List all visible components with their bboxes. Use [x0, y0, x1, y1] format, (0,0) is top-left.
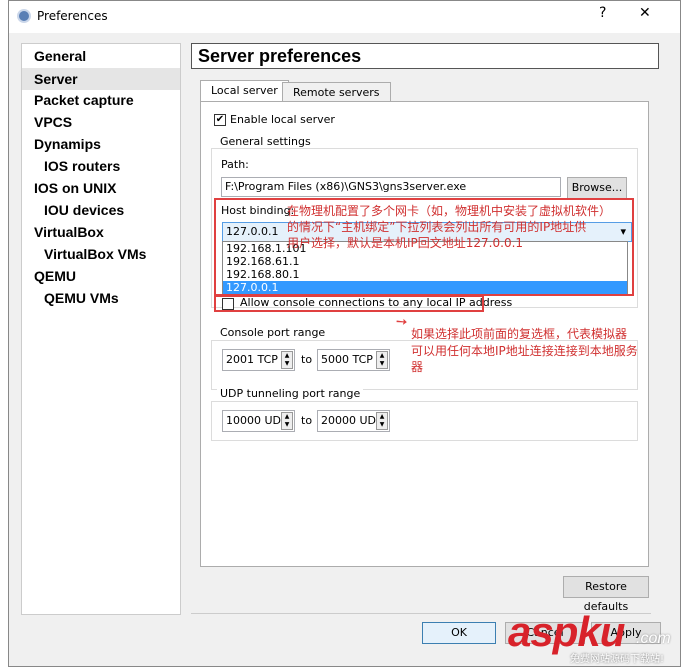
host-annotation-2: 的情况下“主机绑定”下拉列表会列出所有可用的IP地址供 [287, 220, 587, 234]
sidebar-item-server[interactable]: Server [22, 68, 180, 90]
browse-button[interactable]: Browse... [567, 177, 627, 199]
spin-arrows-icon[interactable]: ▲ ▼ [281, 412, 293, 430]
path-label: Path: [221, 158, 249, 171]
sidebar-item-qemu[interactable]: QEMU [34, 268, 76, 284]
watermark-tagline: 免费网站源码下载站! [570, 654, 665, 665]
udp-port-to-spinbox[interactable]: 20000 UDP ▲ ▼ [317, 410, 390, 432]
host-annotation-1: 在物理机配置了多个网卡（如，物理机中安装了虚拟机软件） [287, 204, 612, 218]
allow-console-highlight [214, 295, 484, 312]
sidebar-item-vpcs[interactable]: VPCS [34, 114, 72, 130]
title-bar: Preferences ? ✕ [9, 1, 680, 33]
sidebar-item-dynamips[interactable]: Dynamips [34, 136, 101, 152]
enable-local-server-checkbox[interactable]: ✔ [214, 114, 226, 126]
udp-port-from-spinbox[interactable]: 10000 UDP ▲ ▼ [222, 410, 295, 432]
tab-remote-servers[interactable]: Remote servers [282, 82, 391, 103]
local-server-pane: ✔ Enable local server General settings P… [200, 101, 649, 567]
sidebar-item-ios-on-unix[interactable]: IOS on UNIX [34, 180, 116, 196]
arrow-icon: ➘ [392, 312, 412, 332]
help-button[interactable]: ? [599, 5, 606, 21]
page-title: Server preferences [191, 43, 659, 69]
preferences-window: Preferences ? ✕ General Server Packet ca… [8, 0, 681, 667]
sidebar-item-virtualbox[interactable]: VirtualBox [34, 224, 104, 240]
console-port-to-spinbox[interactable]: 5000 TCP ▲ ▼ [317, 349, 390, 371]
sidebar-item-iou-devices[interactable]: IOU devices [44, 202, 124, 218]
enable-local-server-label: Enable local server [230, 113, 335, 126]
sidebar: General Server Packet capture VPCS Dynam… [21, 43, 181, 615]
ok-button[interactable]: OK [422, 622, 496, 644]
general-settings-title: General settings [217, 135, 314, 148]
app-icon [17, 9, 31, 23]
udp-port-title: UDP tunneling port range [217, 387, 364, 400]
sidebar-item-virtualbox-vms[interactable]: VirtualBox VMs [44, 246, 146, 262]
spin-arrows-icon[interactable]: ▲ ▼ [376, 351, 388, 369]
host-annotation-3: 用户选择，默认是本机IP回文地址127.0.0.1 [287, 236, 524, 250]
sidebar-item-ios-routers[interactable]: IOS routers [44, 158, 120, 174]
to-label: to [301, 353, 313, 366]
console-port-to-value: 5000 TCP [321, 353, 373, 366]
console-port-from-spinbox[interactable]: 2001 TCP ▲ ▼ [222, 349, 295, 371]
watermark-logo: aspku [508, 608, 625, 655]
tab-local-server[interactable]: Local server [200, 80, 289, 103]
console-port-title: Console port range [217, 326, 329, 339]
spin-arrows-icon[interactable]: ▲ ▼ [376, 412, 388, 430]
sidebar-item-packet-capture[interactable]: Packet capture [34, 92, 134, 108]
sidebar-item-general[interactable]: General [34, 48, 86, 64]
close-button[interactable]: ✕ [639, 5, 651, 21]
console-port-from-value: 2001 TCP [226, 353, 278, 366]
to-label: to [301, 414, 313, 427]
path-input[interactable]: F:\Program Files (x86)\GNS3\gns3server.e… [221, 177, 561, 197]
watermark-domain: .com [636, 630, 671, 647]
sidebar-item-qemu-vms[interactable]: QEMU VMs [44, 290, 119, 306]
window-title: Preferences [37, 9, 108, 23]
spin-arrows-icon[interactable]: ▲ ▼ [281, 351, 293, 369]
restore-defaults-button[interactable]: Restore defaults [563, 576, 649, 613]
